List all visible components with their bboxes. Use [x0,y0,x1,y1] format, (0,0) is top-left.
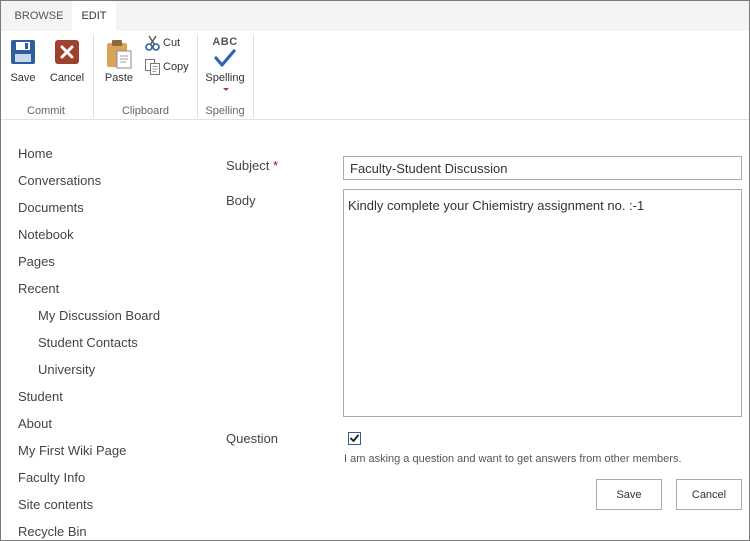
ribbon-divider [253,34,254,118]
nav-item-pages[interactable]: Pages [18,254,55,269]
chevron-down-icon [223,88,229,91]
spelling-check-icon: ABC [210,36,240,69]
nav-item-home[interactable]: Home [18,146,53,161]
ribbon-save-label: Save [10,72,36,84]
body-textarea[interactable]: Kindly complete your Chiemistry assignme… [343,189,742,417]
clipboard-group: Paste Cut Copy Clipboard [94,31,197,120]
nav-item-site-contents[interactable]: Site contents [18,497,93,512]
question-checkbox[interactable] [348,432,361,445]
ribbon-paste-label: Paste [104,72,134,84]
subject-label-text: Subject [226,158,270,173]
save-icon [10,39,36,70]
nav-item-faculty-info[interactable]: Faculty Info [18,470,85,485]
nav-item-my-first-wiki-page[interactable]: My First Wiki Page [18,443,126,458]
tab-edit[interactable]: EDIT [72,1,116,31]
ribbon-spelling-button[interactable]: ABC Spelling [205,36,245,91]
spelling-group: ABC Spelling Spelling [198,31,252,120]
ribbon-copy-label: Copy [163,61,189,73]
question-label: Question [226,431,279,446]
nav-item-university[interactable]: University [38,362,95,377]
nav-item-my-discussion-board[interactable]: My Discussion Board [38,308,160,323]
copy-icon [144,58,162,76]
subject-label: Subject * [226,158,278,173]
checkmark-icon [350,434,359,442]
subject-input[interactable] [343,156,742,180]
body-label: Body [226,193,256,208]
ribbon-cut-label: Cut [163,37,181,49]
nav-item-conversations[interactable]: Conversations [18,173,101,188]
scissors-icon [144,34,162,52]
ribbon-copy-button[interactable]: Copy [144,57,189,77]
spelling-abc-text: ABC [212,36,238,48]
ribbon-cancel-button[interactable]: Cancel [50,36,84,88]
spelling-group-label: Spelling [205,105,245,117]
ribbon-save-button[interactable]: Save [6,36,40,88]
required-marker: * [269,158,279,173]
commit-group: Save Cancel Commit [1,31,91,120]
cancel-icon [54,39,80,70]
ribbon-cut-button[interactable]: Cut [144,33,180,53]
ribbon-cancel-label: Cancel [49,72,85,84]
cancel-button[interactable]: Cancel [676,479,742,510]
clipboard-group-label: Clipboard [121,105,170,117]
tab-browse[interactable]: BROWSE [9,1,69,31]
nav-item-documents[interactable]: Documents [18,200,84,215]
ribbon: Save Cancel Commit Paste Cut Copy Clipbo… [1,31,749,120]
nav-item-notebook[interactable]: Notebook [18,227,74,242]
save-button[interactable]: Save [596,479,662,510]
paste-icon [105,39,133,74]
ribbon-paste-button[interactable]: Paste [102,36,136,88]
commit-group-label: Commit [27,105,65,117]
ribbon-tab-bar: BROWSE EDIT [1,1,749,31]
question-hint: I am asking a question and want to get a… [344,453,682,465]
nav-item-recent[interactable]: Recent [18,281,59,296]
ribbon-spelling-label: Spelling [205,72,245,84]
nav-item-student-contacts[interactable]: Student Contacts [38,335,138,350]
nav-item-about[interactable]: About [18,416,52,431]
nav-item-student[interactable]: Student [18,389,63,404]
nav-item-recycle-bin[interactable]: Recycle Bin [18,524,87,539]
